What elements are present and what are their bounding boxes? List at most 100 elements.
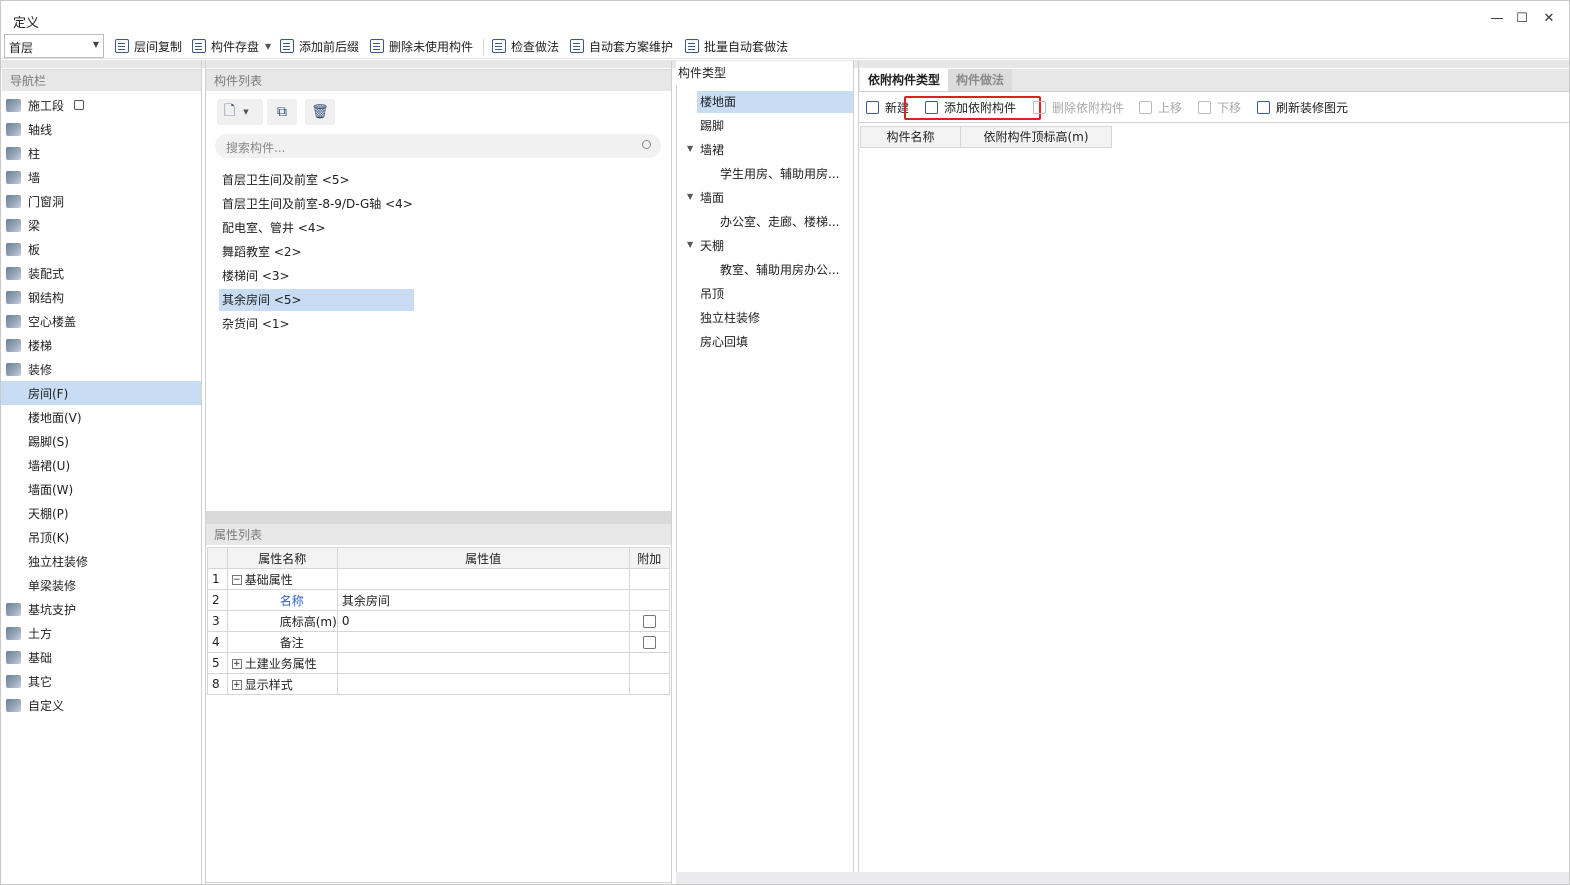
type-item-ceiling-child[interactable]: 教室、辅助用房办公...: [720, 259, 839, 281]
nav-item-axis[interactable]: 轴线: [1, 117, 201, 141]
splitter[interactable]: [206, 511, 671, 523]
component-item-selected[interactable]: 其余房间 <5>: [219, 289, 414, 311]
nav-item-column-decoration[interactable]: 独立柱装修: [1, 549, 201, 573]
extra-checkbox[interactable]: [642, 636, 656, 649]
floor-copy-button[interactable]: 层间复制: [115, 37, 182, 55]
component-item[interactable]: 首层卫生间及前室 <5>: [219, 169, 414, 191]
chevron-down-icon[interactable]: ▼: [243, 108, 248, 116]
nav-item-earthwork[interactable]: 土方: [1, 621, 201, 645]
batch-auto-method-button[interactable]: 批量自动套做法: [685, 37, 788, 55]
property-extra: [628, 673, 671, 695]
tab-component-method[interactable]: 构件做法: [948, 69, 1013, 91]
door-window-icon: [6, 194, 21, 208]
table-row[interactable]: 1 − 基础属性: [207, 568, 671, 590]
check-method-button[interactable]: 检查做法: [492, 37, 559, 55]
new-component-button[interactable]: 🗋 ▼: [217, 99, 263, 125]
minimize-icon[interactable]: —: [1487, 9, 1507, 29]
type-item-dado-child[interactable]: 学生用房、辅助用房...: [720, 163, 839, 185]
nav-item-decoration[interactable]: 装修: [1, 357, 201, 381]
nav-item-segment[interactable]: 施工段: [1, 93, 201, 117]
nav-item-floor-surface[interactable]: 楼地面(V): [1, 405, 201, 429]
floor-select[interactable]: 首层 ▼: [4, 34, 104, 58]
nav-item-label: 柱: [28, 146, 41, 161]
move-up-icon: [1139, 100, 1152, 114]
caret-down-icon[interactable]: ▼: [687, 240, 693, 249]
wall-icon: [6, 170, 21, 184]
nav-item-dado[interactable]: 墙裙(U): [1, 453, 201, 477]
nav-item-door-window[interactable]: 门窗洞: [1, 189, 201, 213]
nav-item-skirting[interactable]: 踢脚(S): [1, 429, 201, 453]
table-row[interactable]: 8 + 显示样式: [207, 673, 671, 695]
table-row[interactable]: 2 名称 其余房间: [207, 589, 671, 611]
type-item-ceiling[interactable]: 天棚: [700, 235, 724, 257]
type-item-dado[interactable]: 墙裙: [700, 139, 724, 161]
check-method-label: 检查做法: [511, 39, 560, 54]
nav-item-room[interactable]: 房间(F): [1, 381, 201, 405]
col-component-name[interactable]: 构件名称: [860, 126, 961, 148]
nav-item-suspended-ceiling[interactable]: 吊顶(K): [1, 525, 201, 549]
nav-item-slab[interactable]: 板: [1, 237, 201, 261]
highlight-box: [904, 96, 1041, 120]
close-icon[interactable]: ✕: [1539, 9, 1559, 29]
type-item-floor-surface[interactable]: 楼地面: [697, 91, 853, 113]
collapse-icon[interactable]: −: [231, 575, 242, 585]
component-item[interactable]: 楼梯间 <3>: [219, 265, 414, 287]
nav-item-foundation[interactable]: 基础: [1, 645, 201, 669]
nav-item-prefab[interactable]: 装配式: [1, 261, 201, 285]
maximize-icon[interactable]: ☐: [1512, 9, 1532, 29]
caret-down-icon[interactable]: ▼: [687, 192, 693, 201]
move-down-button[interactable]: 下移: [1198, 98, 1241, 116]
property-value[interactable]: 其余房间: [336, 589, 630, 611]
chevron-down-icon[interactable]: ▼: [265, 42, 271, 51]
component-item[interactable]: 首层卫生间及前室-8-9/D-G轴 <4>: [219, 193, 439, 215]
auto-scheme-button[interactable]: 自动套方案维护: [570, 37, 673, 55]
move-up-button[interactable]: 上移: [1139, 98, 1182, 116]
table-row[interactable]: 3 底标高(m) 0: [207, 610, 671, 632]
type-item-wall-surface[interactable]: 墙面: [700, 187, 724, 209]
search-input[interactable]: 搜索构件...: [215, 134, 661, 158]
delete-attached-button[interactable]: 删除依附构件: [1033, 98, 1124, 116]
nav-item-wall-surface[interactable]: 墙面(W): [1, 477, 201, 501]
caret-down-icon[interactable]: ▼: [687, 144, 693, 153]
nav-item-ceiling[interactable]: 天棚(P): [1, 501, 201, 525]
nav-item-steel[interactable]: 钢结构: [1, 285, 201, 309]
property-name-text: 名称: [279, 593, 304, 608]
property-value: [336, 652, 630, 674]
chevron-down-icon: ▼: [92, 40, 99, 49]
property-value[interactable]: 0: [336, 610, 630, 632]
nav-item-hollow-floor[interactable]: 空心楼盖: [1, 309, 201, 333]
nav-item-wall[interactable]: 墙: [1, 165, 201, 189]
expand-icon[interactable]: +: [231, 659, 242, 669]
nav-item-beam[interactable]: 梁: [1, 213, 201, 237]
delete-component-button[interactable]: 🗑: [305, 99, 335, 125]
table-row[interactable]: 5 + 土建业务属性: [207, 652, 671, 674]
component-divider: [671, 61, 672, 884]
nav-item-beam-decoration[interactable]: 单梁装修: [1, 573, 201, 597]
type-item-skirting[interactable]: 踢脚: [700, 115, 724, 137]
nav-item-stairs[interactable]: 楼梯: [1, 333, 201, 357]
row-number: 4: [207, 631, 228, 653]
add-prefix-suffix-button[interactable]: 添加前后缀: [280, 37, 359, 55]
copy-component-button[interactable]: ⧉: [267, 99, 297, 125]
nav-item-column[interactable]: 柱: [1, 141, 201, 165]
component-item[interactable]: 配电室、管井 <4>: [219, 217, 414, 239]
component-item[interactable]: 舞蹈教室 <2>: [219, 241, 414, 263]
type-item-wall-child[interactable]: 办公室、走廊、楼梯...: [720, 211, 839, 233]
tab-attached-types[interactable]: 依附构件类型: [860, 69, 949, 91]
component-save-button[interactable]: 构件存盘 ▼: [192, 37, 271, 55]
expand-icon[interactable]: +: [231, 680, 242, 690]
nav-item-custom[interactable]: 自定义: [1, 693, 201, 717]
type-item-backfill[interactable]: 房心回填: [700, 331, 748, 353]
type-item-column-decoration[interactable]: 独立柱装修: [700, 307, 760, 329]
col-attached-top-elevation[interactable]: 依附构件顶标高(m): [960, 126, 1112, 148]
new-button[interactable]: 新建: [866, 98, 909, 116]
table-row[interactable]: 4 备注: [207, 631, 671, 653]
delete-unused-button[interactable]: 删除未使用构件: [370, 37, 473, 55]
type-item-suspended-ceiling[interactable]: 吊顶: [700, 283, 724, 305]
extra-checkbox[interactable]: [642, 615, 656, 628]
property-value[interactable]: [336, 631, 630, 653]
component-item[interactable]: 杂货间 <1>: [219, 313, 414, 335]
refresh-decoration-button[interactable]: 刷新装修图元: [1257, 98, 1348, 116]
nav-item-other[interactable]: 其它: [1, 669, 201, 693]
nav-item-pit-support[interactable]: 基坑支护: [1, 597, 201, 621]
